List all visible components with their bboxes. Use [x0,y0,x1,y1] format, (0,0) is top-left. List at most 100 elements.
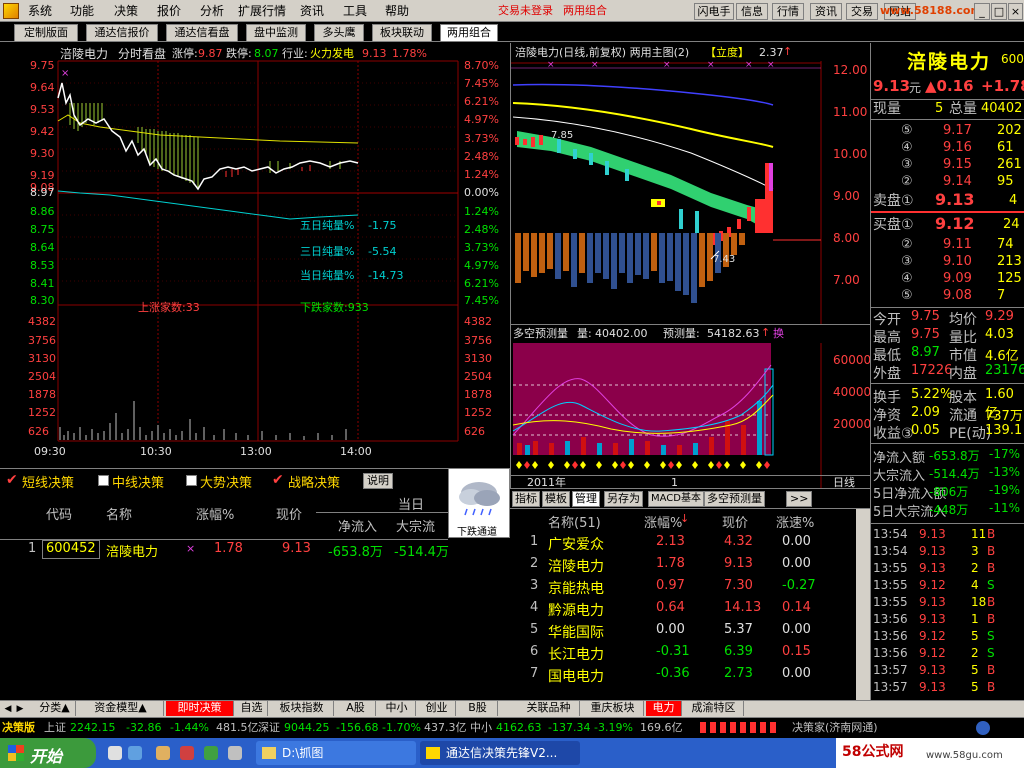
tab-sector-link[interactable]: 板块联动 [372,24,432,42]
menu-quote[interactable]: 报价 [157,0,181,22]
tab-save-as[interactable]: 另存为 [604,491,643,507]
bottom-tab[interactable]: 成渝特区 [684,701,744,716]
table-row[interactable]: 1 600452 涪陵电力 × 1.78 9.13 -653.8万 -514.4… [0,540,449,560]
list-item[interactable]: 3 京能热电 0.97 7.30 -0.27 [510,575,856,597]
tab-dual-combo[interactable]: 两用组合 [440,24,498,42]
scroll-right-icon[interactable]: ▶ [14,702,26,716]
bottom-tab[interactable]: 板块指数 [270,701,334,716]
strategy-decision[interactable]: 战略决策 [288,472,340,491]
more-tabs-button[interactable]: >> [786,491,813,507]
tab-tdx-quote[interactable]: 通达信报价 [86,24,158,42]
mid-term-decision[interactable]: 中线决策 [112,472,164,491]
bottom-tab[interactable]: 电力 [646,701,682,716]
bottom-tab[interactable]: B股 [458,701,498,716]
col-inflow[interactable]: 净流入 [338,516,377,535]
quicklaunch-app-icon[interactable] [204,746,218,760]
tab-manage[interactable]: 管理 [572,491,600,507]
col-name[interactable]: 名称 [106,504,132,523]
tab-long-eagle[interactable]: 多头鹰 [314,24,364,42]
menu-extended[interactable]: 扩展行情 [238,0,286,22]
checkmark-icon[interactable]: ✔ [272,472,284,488]
trade-button[interactable]: 交易 [846,3,878,20]
trend-decision[interactable]: 大势决策 [200,472,252,491]
quote-pct: +1.78 [981,77,1024,95]
bid-level[interactable]: ④ 9.09 125 [871,271,1024,288]
menu-decision[interactable]: 决策 [114,0,138,22]
col-bulk[interactable]: 大宗流 [396,516,435,535]
tab-indicator[interactable]: 指标 [512,491,540,507]
list-item[interactable]: 6 长江电力 -0.31 6.39 0.15 [510,641,856,663]
trend-checkbox[interactable] [186,475,197,486]
col-sector-pct[interactable]: 涨幅% [644,512,682,531]
bottom-tab[interactable]: 分类▲ [34,701,76,716]
close-button[interactable]: × [1008,3,1023,20]
list-item[interactable]: 2 涪陵电力 1.78 9.13 0.00 [510,553,856,575]
tab-tdx-watch[interactable]: 通达信看盘 [166,24,238,42]
col-sector-name[interactable]: 名称(51) [548,512,601,531]
tab-template[interactable]: 模板 [542,491,570,507]
tab-custom-layout[interactable]: 定制版面 [14,24,78,42]
news-button[interactable]: 资讯 [810,3,842,20]
menu-system[interactable]: 系统 [28,0,52,22]
col-price[interactable]: 现价 [276,504,302,523]
bottom-tab[interactable]: 中小 [378,701,416,716]
explain-button[interactable]: 说明 [363,473,393,489]
bottom-tab[interactable]: 资金模型▲ [78,701,164,716]
quicklaunch-desktop-icon[interactable] [128,746,142,760]
bottom-tab[interactable]: 关联品种 [518,701,580,716]
task-tdx[interactable]: 通达信决策先锋V2... [420,741,580,765]
task-folder[interactable]: D:\抓图 [256,741,416,765]
tab-intraday-monitor[interactable]: 盘中监测 [246,24,306,42]
quicklaunch-app-icon[interactable] [156,746,170,760]
ask-level-1[interactable]: 卖盘① 9.13 4 [871,191,1024,213]
server-name[interactable]: 决策家(济南网通) [792,718,878,737]
list-item[interactable]: 5 华能国际 0.00 5.37 0.00 [510,619,856,641]
intraday-chart[interactable]: × [0,43,510,468]
bottom-tab[interactable]: 创业 [418,701,456,716]
checkmark-icon[interactable]: ✔ [6,472,18,488]
bid-level[interactable]: ③ 9.10 213 [871,254,1024,271]
quicklaunch-app-icon[interactable] [180,746,194,760]
mid-term-checkbox[interactable] [98,475,109,486]
menu-help[interactable]: 帮助 [385,0,409,22]
bottom-tab[interactable]: 自选 [236,701,268,716]
tab-predict-volume[interactable]: 多空预测量 [704,491,765,507]
restore-button[interactable]: □ [991,3,1007,20]
bid-level-1[interactable]: 买盘① 9.12 24 [871,215,1024,237]
bottom-tab[interactable]: A股 [336,701,376,716]
quicklaunch-ie-icon[interactable] [108,746,122,760]
menu-news[interactable]: 资讯 [300,0,324,22]
ask-level[interactable]: ③ 9.15 261 [871,157,1024,174]
stat-value: 23176 [985,363,1024,378]
market-button[interactable]: 行情 [772,3,804,20]
bottom-tab[interactable]: 即时决策 [166,701,234,716]
menu-tools[interactable]: 工具 [343,0,367,22]
kline-chart[interactable]: × × × × × × [511,43,871,324]
info-button[interactable]: 信息 [736,3,768,20]
col-code[interactable]: 代码 [46,504,72,523]
list-item[interactable]: 7 国电电力 -0.36 2.73 0.00 [510,663,856,685]
minimize-button[interactable]: _ [974,3,990,20]
col-sector-price[interactable]: 现价 [722,512,748,531]
ask-level[interactable]: ② 9.14 95 [871,174,1024,191]
ask-level[interactable]: ④ 9.16 61 [871,140,1024,157]
bid-level[interactable]: ⑤ 9.08 7 [871,288,1024,305]
list-item[interactable]: 4 黔源电力 0.64 14.13 0.14 [510,597,856,619]
tab-macd[interactable]: MACD基本 [648,491,704,507]
menu-function[interactable]: 功能 [70,0,94,22]
col-sector-speed[interactable]: 涨速% [776,512,814,531]
col-change-pct[interactable]: 涨幅% [196,504,234,523]
ask-level[interactable]: ⑤ 9.17 202 [871,123,1024,140]
flash-trade-button[interactable]: 闪电手 [694,3,734,20]
quicklaunch-app-icon[interactable] [228,746,242,760]
short-term-decision[interactable]: 短线决策 [22,472,74,491]
volume-tick: 4382 [464,315,492,328]
menu-analysis[interactable]: 分析 [200,0,224,22]
scroll-left-icon[interactable]: ◀ [2,702,14,716]
list-item[interactable]: 1 广安爱众 2.13 4.32 0.00 [510,531,856,553]
sector-scrollbar[interactable] [856,509,870,701]
predict-chart[interactable] [511,325,871,489]
bid-level[interactable]: ② 9.11 74 [871,237,1024,254]
bottom-tab[interactable]: 重庆板块 [582,701,644,716]
start-button[interactable]: 开始 [0,738,96,768]
